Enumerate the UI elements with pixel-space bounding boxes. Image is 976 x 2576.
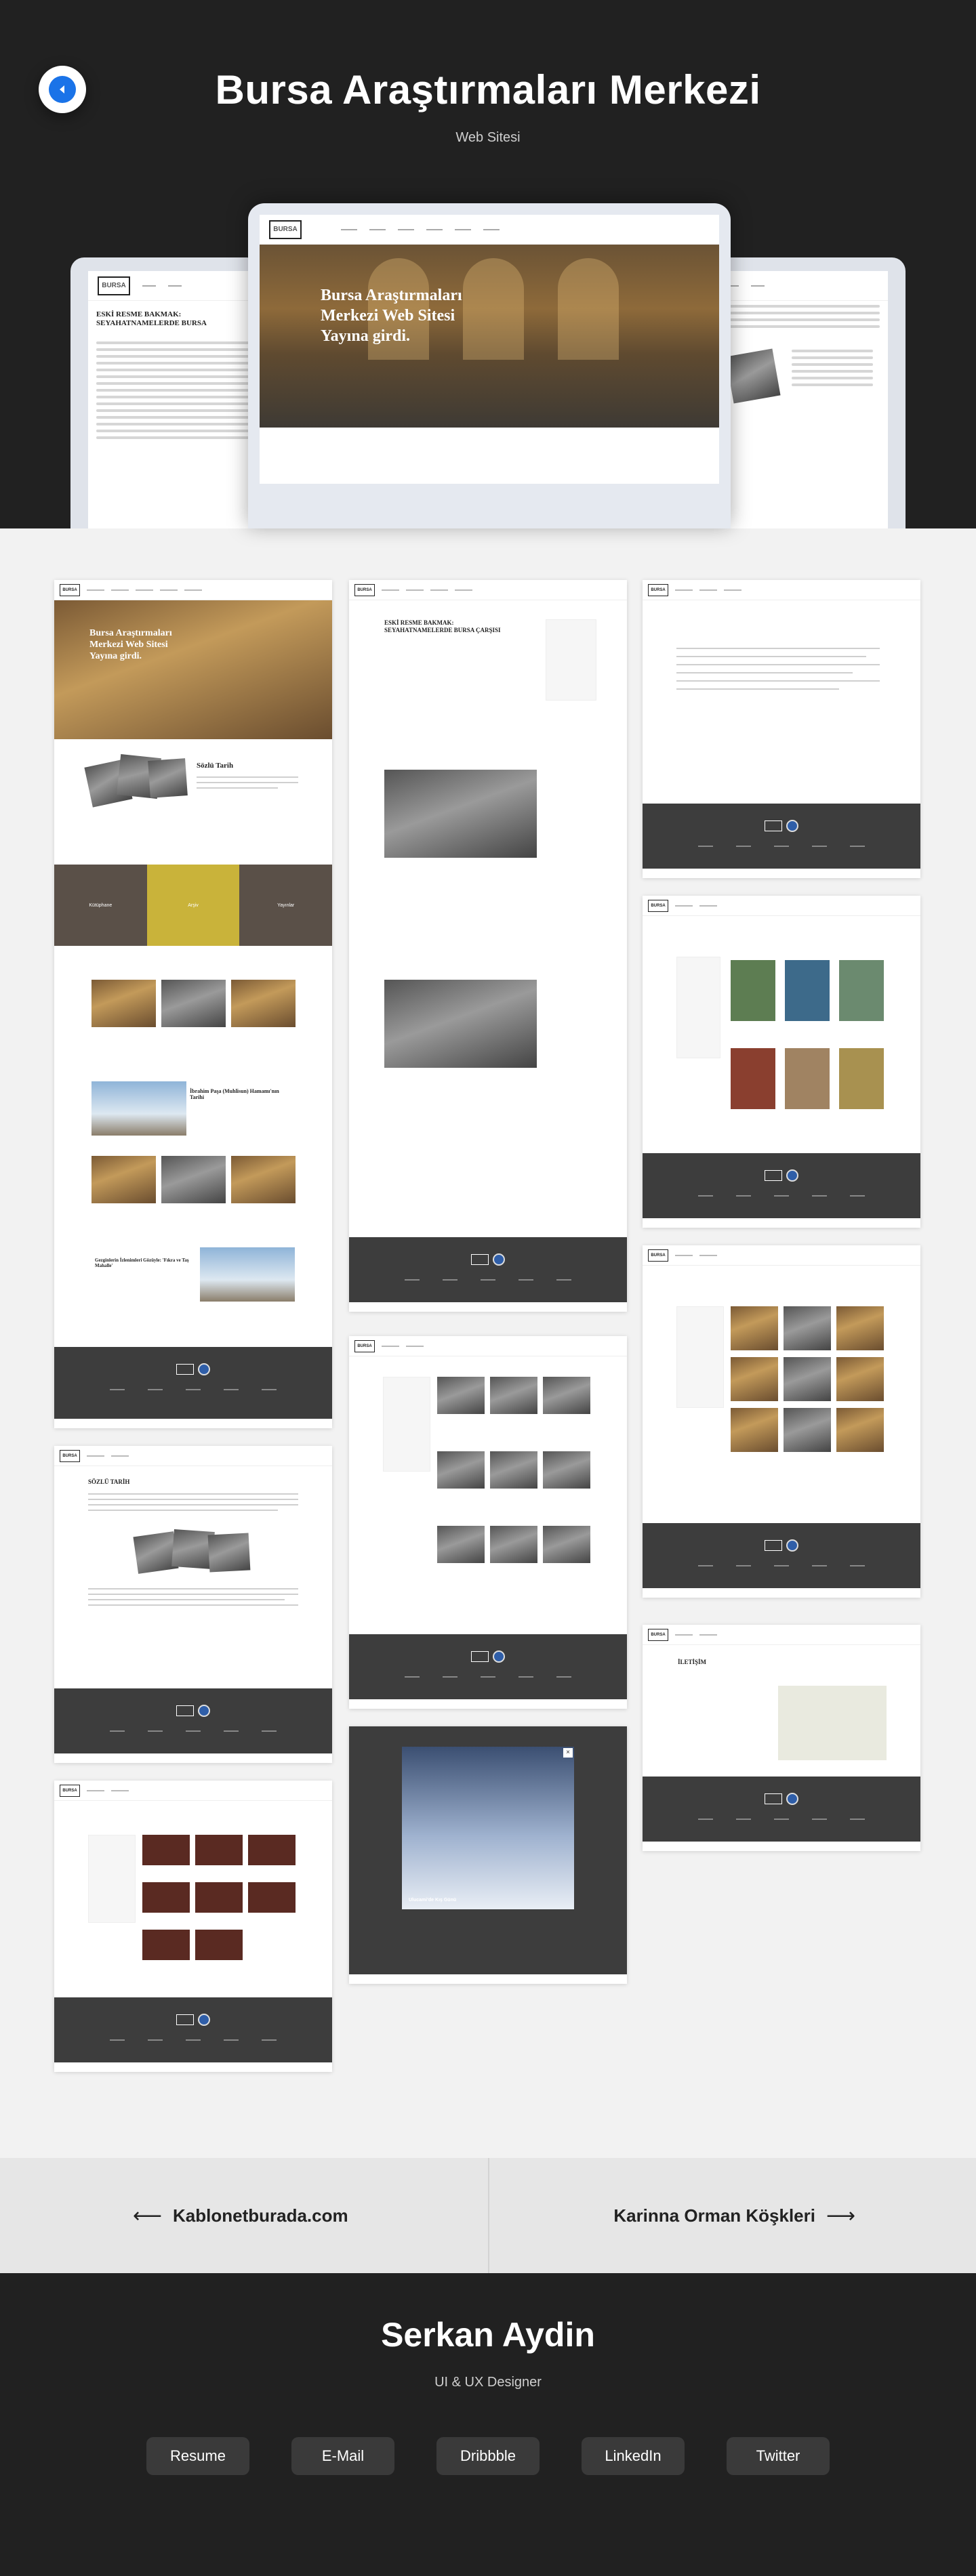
arrow-left-icon: ⟵: [133, 2203, 163, 2228]
screen-books: BURSA: [643, 896, 920, 1228]
screen-contact: BURSA İLETİŞİM: [643, 1625, 920, 1851]
mockup-device-right: [716, 257, 906, 528]
next-project-link[interactable]: Karinna Orman Köşkleri ⟶: [613, 2199, 855, 2232]
mockup-article-title: ESKİ RESME BAKMAK: SEYAHATNAMELERDE BURS…: [96, 310, 207, 327]
mockup-screen-left: BURSA ESKİ RESME BAKMAK: SEYAHATNAMELERD…: [88, 271, 260, 528]
lightbox-image[interactable]: Ulucami'de Kış Günü: [402, 1747, 574, 1909]
mockup-photo: [725, 348, 781, 404]
contact-map[interactable]: [778, 1686, 887, 1760]
screen-homepage: BURSA Bursa Araştırmaları Merkezi Web Si…: [54, 580, 332, 1428]
prev-project-link[interactable]: ⟵ Kablonetburada.com: [133, 2199, 348, 2232]
designer-name: Serkan Aydin: [381, 2316, 595, 2354]
social-buttons: Resume E-Mail Dribbble LinkedIn Twitter: [0, 2437, 976, 2475]
screen-lightbox: Ulucami'de Kış Günü ×: [349, 1726, 627, 1984]
mockup-device-left: BURSA ESKİ RESME BAKMAK: SEYAHATNAMELERD…: [70, 257, 260, 528]
page-title: Bursa Araştırmaları Merkezi: [215, 67, 761, 112]
mockup-screen-center: BURSA Bursa Araştırmaları Merkezi Web Si…: [260, 215, 719, 484]
screen-article: BURSA ESKİ RESME BAKMAK: SEYAHATNAMELERD…: [349, 580, 627, 1312]
twitter-button[interactable]: Twitter: [727, 2437, 830, 2475]
prev-project-label: Kablonetburada.com: [173, 2205, 348, 2226]
email-button[interactable]: E-Mail: [291, 2437, 394, 2475]
linkedin-button[interactable]: LinkedIn: [582, 2437, 685, 2475]
article-title: ESKİ RESME BAKMAK: SEYAHATNAMELERDE BURS…: [384, 619, 501, 633]
screen-video-grid: BURSA: [54, 1781, 332, 2072]
arrow-right-icon: ⟶: [826, 2203, 855, 2228]
mockup-screen-right: [716, 271, 888, 528]
mockup-nav: BURSA: [88, 271, 260, 301]
mockup-nav-center: BURSA: [260, 215, 719, 245]
contact-title: İLETİŞİM: [678, 1659, 707, 1665]
mockup-logo: BURSA: [98, 276, 130, 295]
oral-history-title: SÖZLÜ TARİH: [88, 1478, 130, 1485]
featured-title-1[interactable]: İbrahim Paşa (Muhlisun) Hamamı'nın Tarih…: [190, 1088, 291, 1100]
nav-divider: [488, 2158, 489, 2273]
screen-oral-history: BURSA SÖZLÜ TARİH: [54, 1446, 332, 1763]
footer: Serkan Aydin UI & UX Designer Resume E-M…: [0, 2273, 976, 2576]
lightbox-caption: Ulucami'de Kış Günü: [409, 1898, 457, 1903]
hero-section: Bursa Araştırmaları Merkezi Web Sitesi B…: [0, 0, 976, 528]
next-project-label: Karinna Orman Köşkleri: [613, 2205, 815, 2226]
mockup-logo-center: BURSA: [269, 220, 302, 239]
dribbble-button[interactable]: Dribbble: [436, 2437, 540, 2475]
project-navigation: ⟵ Kablonetburada.com Karinna Orman Köşkl…: [0, 2158, 976, 2273]
mockup-hero-image: Bursa Araştırmaları Merkezi Web Sitesi Y…: [260, 245, 719, 428]
featured-title-2[interactable]: Gezginlerin İzlenimleri Gözüyle: 'Fıkra …: [95, 1258, 197, 1268]
page-subtitle: Web Sitesi: [455, 130, 521, 145]
home-section-title: Sözlü Tarih: [197, 762, 234, 770]
screen-photo-grid: BURSA: [643, 1245, 920, 1598]
resume-button[interactable]: Resume: [146, 2437, 249, 2475]
mockup-device-center: BURSA Bursa Araştırmaları Merkezi Web Si…: [248, 203, 731, 528]
mockup-headline: Bursa Araştırmaları Merkezi Web Sitesi Y…: [321, 287, 462, 345]
close-icon[interactable]: ×: [563, 1748, 573, 1758]
screen-publications: BURSA: [349, 1336, 627, 1709]
home-category-strip: Kütüphane Arşiv Yayınlar: [54, 865, 332, 946]
home-hero-image: Bursa Araştırmaları Merkezi Web Sitesi Y…: [54, 600, 332, 739]
designer-role: UI & UX Designer: [434, 2375, 542, 2390]
screen-list: BURSA: [643, 580, 920, 878]
